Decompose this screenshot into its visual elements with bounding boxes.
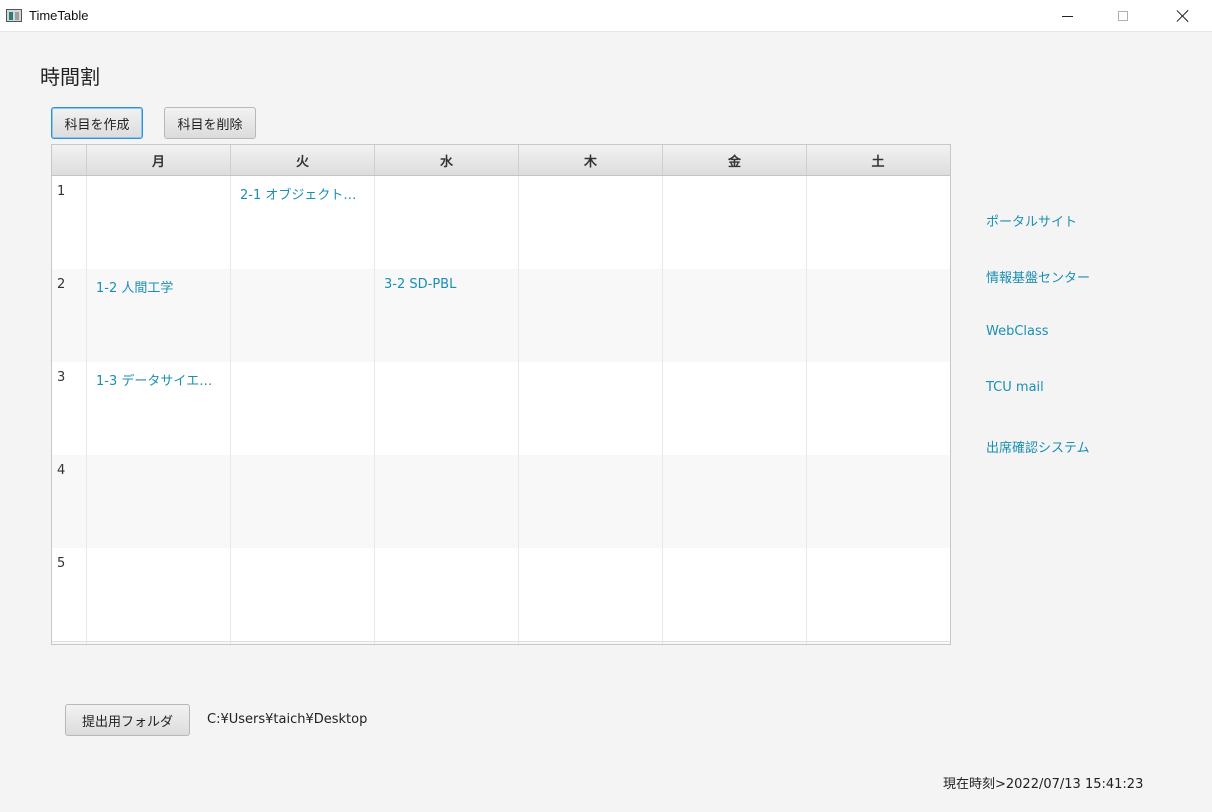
period-number: 3 [52, 362, 87, 455]
timetable-cell[interactable]: 1-3 データサイエン... [87, 362, 231, 455]
timetable-cell[interactable] [663, 455, 807, 548]
period-number: 4 [52, 455, 87, 548]
timetable-cell[interactable] [807, 548, 949, 641]
timetable-cell[interactable] [663, 548, 807, 641]
timetable-cell[interactable]: 3-2 SD-PBL [375, 269, 519, 362]
table-row[interactable]: 4 [52, 455, 950, 548]
day-header-wed[interactable]: 水 [375, 145, 519, 175]
table-row[interactable]: 3 1-3 データサイエン... [52, 362, 950, 455]
maximize-icon [1118, 11, 1128, 21]
tcu-mail-link[interactable]: TCU mail [986, 380, 1044, 395]
timetable-cell[interactable] [519, 176, 663, 269]
timetable-cell[interactable] [519, 455, 663, 548]
close-button[interactable] [1160, 0, 1206, 32]
timetable-cell[interactable] [231, 362, 375, 455]
timetable-cell[interactable] [87, 548, 231, 641]
timetable-cell[interactable] [663, 269, 807, 362]
timetable-cell[interactable] [375, 362, 519, 455]
timetable-cell[interactable] [87, 176, 231, 269]
timetable-cell[interactable] [87, 455, 231, 548]
timetable-cell[interactable] [807, 455, 949, 548]
minimize-icon [1061, 15, 1073, 17]
maximize-button[interactable] [1100, 0, 1146, 32]
day-header-mon[interactable]: 月 [87, 145, 231, 175]
timetable-grid[interactable]: 月 火 水 木 金 土 1 2-1 オブジェクト指... 2 1-2 人間工学 … [51, 144, 951, 645]
submission-folder-button[interactable]: 提出用フォルダ [65, 704, 190, 736]
timetable-cell[interactable] [663, 176, 807, 269]
day-header-tue[interactable]: 火 [231, 145, 375, 175]
timetable-cell[interactable] [231, 548, 375, 641]
table-row[interactable]: 5 [52, 548, 950, 641]
minimize-button[interactable] [1044, 0, 1090, 32]
timetable-header: 月 火 水 木 金 土 [52, 145, 950, 176]
window-title: TimeTable [29, 8, 89, 23]
empty-cell [231, 642, 375, 644]
period-column-header [52, 145, 87, 175]
timetable-cell[interactable] [807, 176, 949, 269]
timetable-cell[interactable] [375, 455, 519, 548]
period-number: 1 [52, 176, 87, 269]
period-number: 2 [52, 269, 87, 362]
timetable-cell[interactable] [519, 548, 663, 641]
empty-cell [375, 642, 519, 644]
timetable-cell[interactable]: 1-2 人間工学 [87, 269, 231, 362]
attendance-system-link[interactable]: 出席確認システム [986, 437, 1090, 456]
table-row[interactable]: 2 1-2 人間工学 3-2 SD-PBL [52, 269, 950, 362]
day-header-sat[interactable]: 土 [807, 145, 949, 175]
empty-cell [87, 642, 231, 644]
portal-site-link[interactable]: ポータルサイト [986, 211, 1077, 230]
timetable-cell[interactable]: 2-1 オブジェクト指... [231, 176, 375, 269]
empty-cell [519, 642, 663, 644]
day-header-thu[interactable]: 木 [519, 145, 663, 175]
timetable-cell[interactable] [231, 269, 375, 362]
close-icon [1176, 9, 1190, 23]
timetable-cell[interactable] [519, 269, 663, 362]
table-row-partial [52, 641, 950, 644]
create-subject-button[interactable]: 科目を作成 [51, 107, 143, 139]
current-time: 現在時刻>2022/07/13 15:41:23 [943, 777, 1144, 792]
page-title: 時間割 [40, 65, 100, 89]
delete-subject-button[interactable]: 科目を削除 [164, 107, 256, 139]
folder-path: C:¥Users¥taich¥Desktop [207, 712, 368, 727]
timetable-cell[interactable] [519, 362, 663, 455]
empty-cell [52, 642, 87, 644]
empty-cell [663, 642, 807, 644]
info-center-link[interactable]: 情報基盤センター [986, 267, 1090, 286]
title-bar: TimeTable [0, 0, 1212, 32]
webclass-link[interactable]: WebClass [986, 324, 1049, 339]
timetable-cell[interactable] [231, 455, 375, 548]
timetable-cell[interactable] [807, 269, 949, 362]
app-icon [6, 9, 22, 22]
timetable-cell[interactable] [807, 362, 949, 455]
timetable-cell[interactable] [375, 176, 519, 269]
empty-cell [807, 642, 949, 644]
period-number: 5 [52, 548, 87, 641]
table-row[interactable]: 1 2-1 オブジェクト指... [52, 176, 950, 269]
timetable-cell[interactable] [663, 362, 807, 455]
timetable-cell[interactable] [375, 548, 519, 641]
day-header-fri[interactable]: 金 [663, 145, 807, 175]
